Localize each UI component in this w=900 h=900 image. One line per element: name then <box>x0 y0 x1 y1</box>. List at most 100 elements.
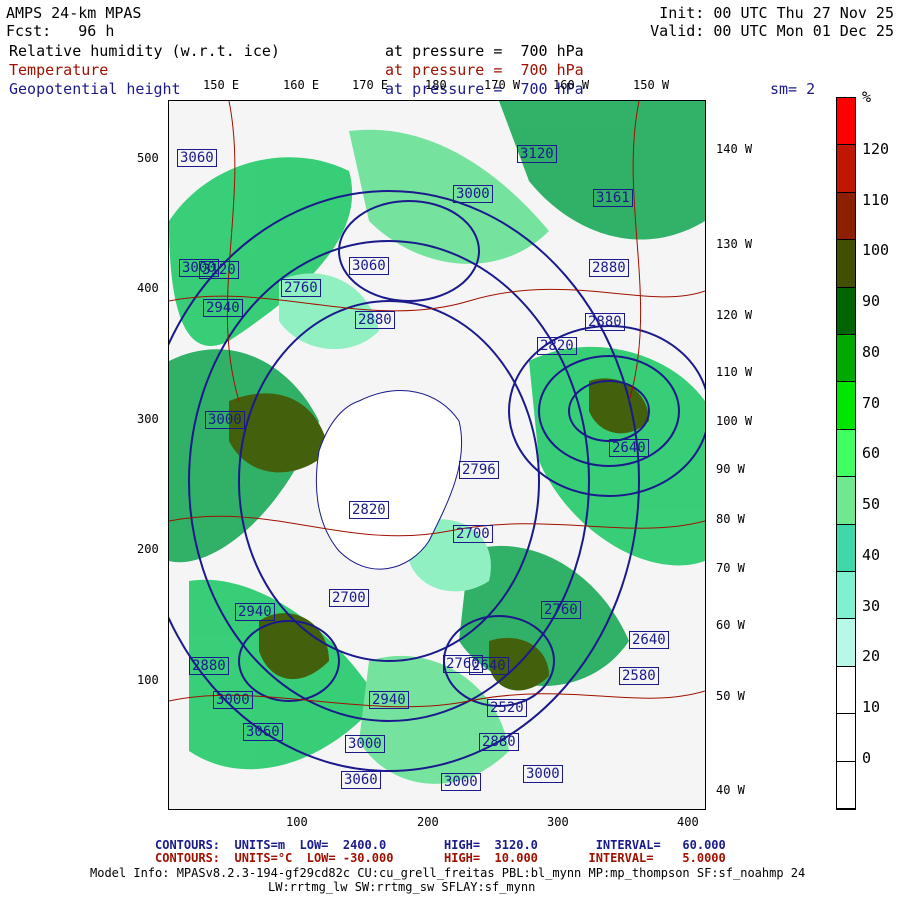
colorbar-segment <box>837 524 855 573</box>
colorbar-segment <box>837 382 855 430</box>
lon-top-label: 150 E <box>203 78 240 92</box>
lon-top-label: 160 W <box>553 78 590 92</box>
y-tick-label: 300 <box>137 412 159 426</box>
contour-label: 2880 <box>479 733 519 751</box>
x-tick-label: 300 <box>547 815 569 829</box>
contour-label: 2700 <box>329 589 369 607</box>
contour-label: 2640 <box>469 657 509 675</box>
contour-label: 3060 <box>177 149 217 167</box>
forecast-hour: Fcst: 96 h <box>6 22 115 40</box>
colorbar-label: 60 <box>862 444 881 462</box>
colorbar-label: 110 <box>862 191 890 209</box>
colorbar-label: 30 <box>862 597 881 615</box>
colorbar-segment <box>837 666 855 715</box>
lon-top-label: 150 W <box>633 78 670 92</box>
colorbar-segment <box>837 429 855 478</box>
y-tick-label: 500 <box>137 151 159 165</box>
lon-right-label: 90 W <box>716 462 745 476</box>
colorbar-label: 90 <box>862 292 881 310</box>
colorbar-label: 70 <box>862 394 881 412</box>
colorbar-segment <box>837 240 855 288</box>
contour-label: 2640 <box>629 631 669 649</box>
colorbar-segment <box>837 192 855 241</box>
colorbar-label: 50 <box>862 495 881 513</box>
colorbar-segment <box>837 335 855 383</box>
contour-label: 3060 <box>349 257 389 275</box>
lon-top-label: 180 <box>425 78 447 92</box>
field2-level: at pressure = 700 hPa <box>385 61 584 79</box>
colorbar-segment <box>837 287 855 336</box>
colorbar-segment <box>837 761 855 810</box>
lon-right-label: 50 W <box>716 689 745 703</box>
model-title: AMPS 24-km MPAS <box>6 4 142 22</box>
map-panel: 3060 3120 3000 3161 2880 2760 2940 2880 … <box>168 100 706 810</box>
init-time: Init: 00 UTC Thu 27 Nov 25 <box>659 4 894 22</box>
field2-name: Temperature <box>9 61 109 79</box>
contour-label: 3000 <box>179 259 219 277</box>
contour-label: 2640 <box>609 439 649 457</box>
contour-label: 2700 <box>453 525 493 543</box>
contour-label: 3000 <box>205 411 245 429</box>
lon-right-label: 80 W <box>716 512 745 526</box>
x-tick-label: 400 <box>677 815 699 829</box>
contour-label: 2796 <box>459 461 499 479</box>
colorbar-segment <box>837 572 855 620</box>
lon-right-label: 40 W <box>716 783 745 797</box>
x-tick-label: 100 <box>286 815 308 829</box>
contour-label: 2880 <box>189 657 229 675</box>
contour-label: 3000 <box>523 765 563 783</box>
contour-label: 2940 <box>235 603 275 621</box>
contour-label: 3161 <box>593 189 633 207</box>
lon-right-label: 130 W <box>716 237 753 251</box>
lon-right-label: 110 W <box>716 365 753 379</box>
colorbar-label: 80 <box>862 343 881 361</box>
contour-label: 2880 <box>585 313 625 331</box>
contour-label: 3000 <box>441 773 481 791</box>
field1-name: Relative humidity (w.r.t. ice) <box>9 42 280 60</box>
colorbar-label: 100 <box>862 241 890 259</box>
colorbar-label: 40 <box>862 546 881 564</box>
contour-label: 2940 <box>203 299 243 317</box>
x-tick-label: 200 <box>417 815 439 829</box>
lon-right-label: 140 W <box>716 142 753 156</box>
valid-time: Valid: 00 UTC Mon 01 Dec 25 <box>650 22 894 40</box>
colorbar-label: 10 <box>862 698 881 716</box>
contour-label: 3000 <box>453 185 493 203</box>
lon-right-label: 60 W <box>716 618 745 632</box>
height-contour-info: CONTOURS: UNITS=m LOW= 2400.0 HIGH= 3120… <box>155 838 726 852</box>
colorbar-unit: % <box>862 88 872 106</box>
colorbar-segment <box>837 145 855 193</box>
y-tick-label: 400 <box>137 281 159 295</box>
lon-top-label: 160 E <box>283 78 320 92</box>
contour-label: 2880 <box>355 311 395 329</box>
lon-right-label: 70 W <box>716 561 745 575</box>
y-tick-label: 200 <box>137 542 159 556</box>
model-info-2: LW:rrtmg_lw SW:rrtmg_sw SFLAY:sf_mynn <box>268 880 536 894</box>
lon-right-label: 100 W <box>716 414 753 428</box>
contour-label: 2820 <box>537 337 577 355</box>
contour-label: 2820 <box>349 501 389 519</box>
contour-label: 2940 <box>369 691 409 709</box>
contour-label: 2760 <box>541 601 581 619</box>
contour-label: 3000 <box>345 735 385 753</box>
temp-contour-info: CONTOURS: UNITS=°C LOW= -30.000 HIGH= 10… <box>155 851 726 865</box>
contour-label: 3060 <box>243 723 283 741</box>
colorbar-segment <box>837 477 855 525</box>
field3-name: Geopotential height <box>9 80 181 98</box>
field1-level: at pressure = 700 hPa <box>385 42 584 60</box>
model-info: Model Info: MPASv8.2.3-194-gf29cd82c CU:… <box>90 866 806 880</box>
colorbar-segment <box>837 714 855 762</box>
contour-label: 2760 <box>281 279 321 297</box>
smoothing-label: sm= 2 <box>770 80 816 98</box>
y-tick-label: 100 <box>137 673 159 687</box>
lon-top-label: 170 W <box>484 78 521 92</box>
contour-label: 3120 <box>517 145 557 163</box>
contour-label: 3060 <box>341 771 381 789</box>
colorbar <box>836 97 856 810</box>
colorbar-segment <box>837 98 855 146</box>
colorbar-label: 120 <box>862 140 890 158</box>
lon-right-label: 120 W <box>716 308 753 322</box>
contour-label: 2580 <box>619 667 659 685</box>
contour-label: 3000 <box>213 691 253 709</box>
colorbar-label: 0 <box>862 749 872 767</box>
